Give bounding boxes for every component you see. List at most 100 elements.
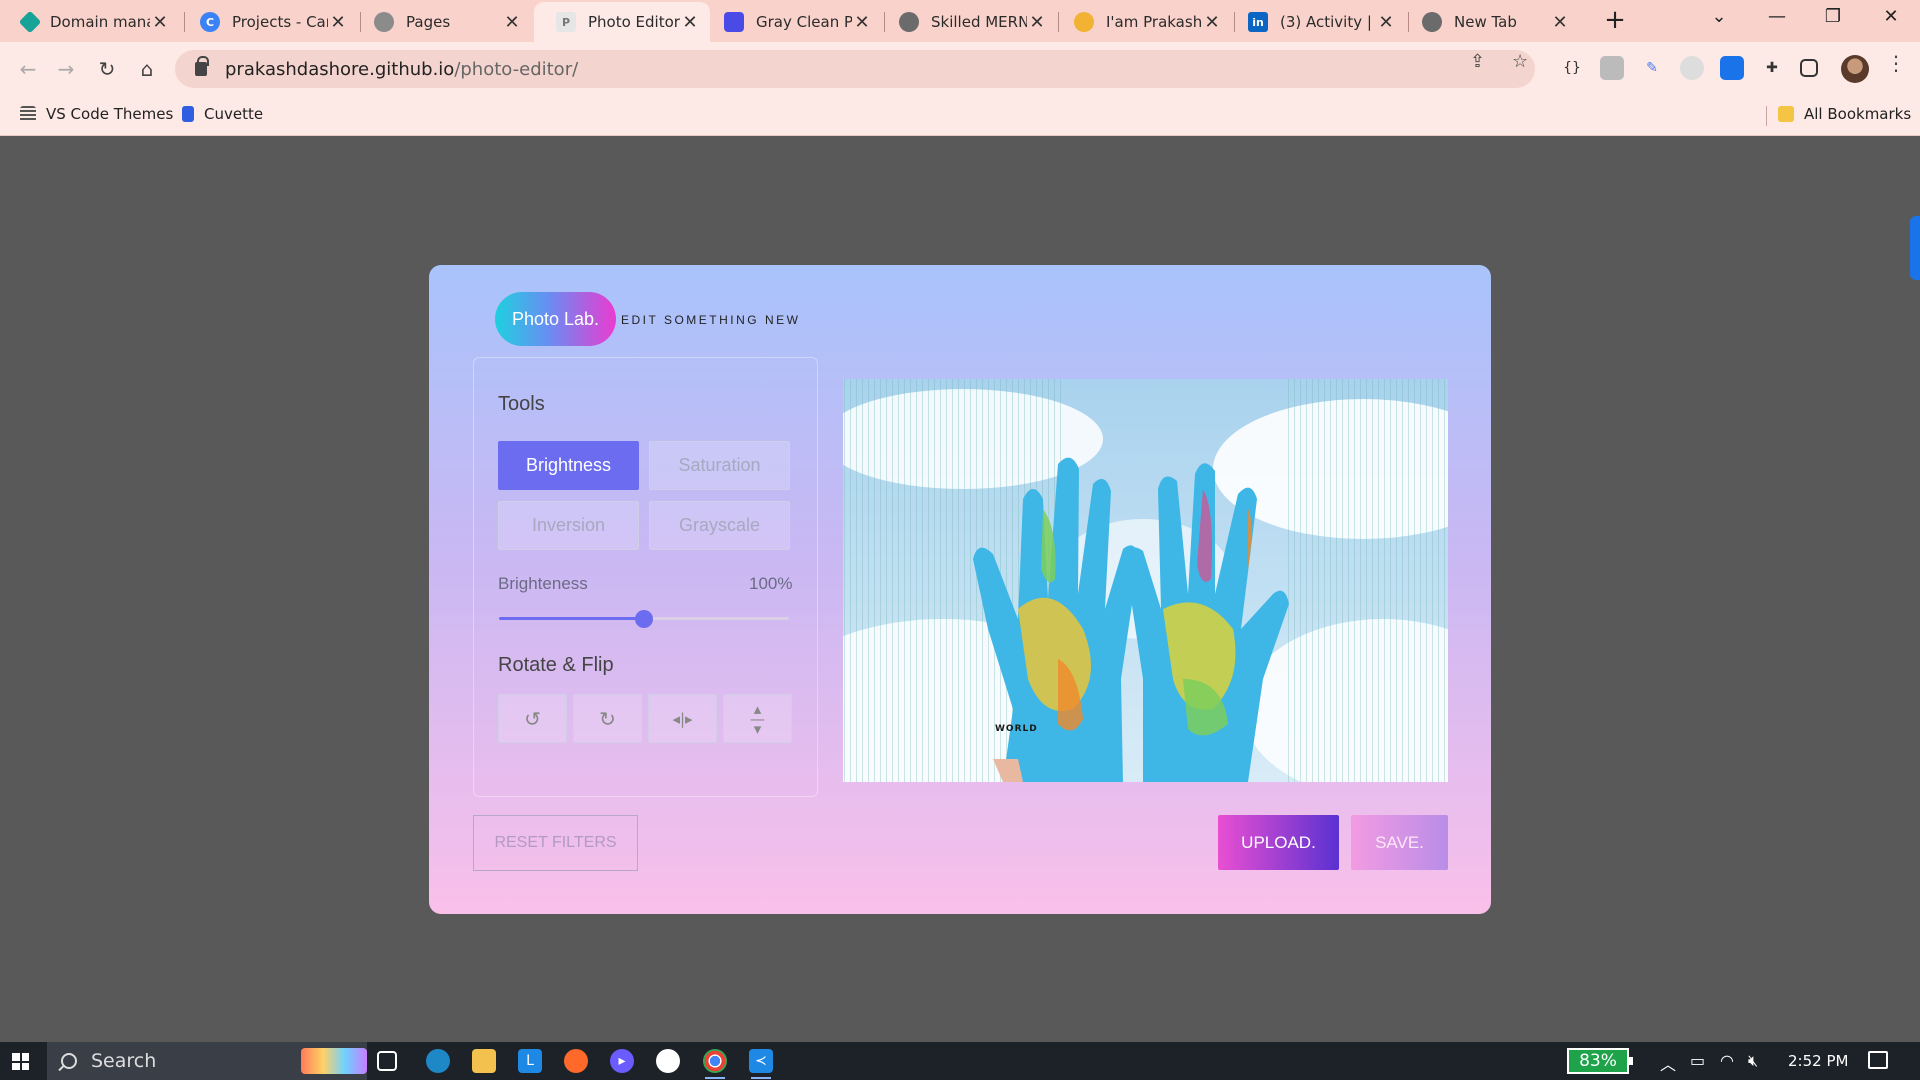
vscode-icon[interactable]: ≺	[749, 1049, 773, 1079]
blue-extension-icon[interactable]	[1720, 56, 1744, 80]
close-icon[interactable]: ✕	[1550, 12, 1570, 33]
restore-icon[interactable]: ❐	[1818, 6, 1848, 27]
side-panel-icon[interactable]	[1800, 59, 1818, 77]
taskbar: Search L ▸ ≺ 83% ︿ ▭ ◠ 🔇︎ 2:52 PM	[0, 1042, 1920, 1080]
volume-muted-icon[interactable]: 🔇︎	[1748, 1051, 1758, 1071]
flip-vertical-icon: ▴ — ▾	[750, 699, 765, 738]
brightness-button[interactable]: Brightness	[498, 441, 639, 490]
tab-new-tab[interactable]: New Tab ✕	[1400, 4, 1580, 40]
home-icon[interactable]: ⌂	[133, 55, 161, 83]
tab-projects[interactable]: C Projects - Can ✕	[178, 4, 358, 40]
tab-title: I'am Prakash D	[1106, 13, 1202, 31]
share-icon[interactable]: ⇪	[1470, 51, 1485, 72]
postman-icon[interactable]	[564, 1049, 588, 1073]
battery-indicator[interactable]: 83%	[1567, 1048, 1633, 1074]
tab-title: Gray Clean Pro	[756, 13, 852, 31]
wifi-icon[interactable]: ◠	[1720, 1051, 1734, 1070]
grid-extension-icon[interactable]	[1600, 56, 1624, 80]
close-icon[interactable]: ✕	[1202, 12, 1222, 33]
new-tab-plus-icon[interactable]: +	[1600, 6, 1630, 36]
windows-start-icon[interactable]	[12, 1053, 29, 1070]
tab-search-chevron-icon[interactable]: ⌄	[1704, 6, 1734, 27]
notification-icon[interactable]	[1868, 1051, 1888, 1069]
tab-title: Photo Editor	[588, 13, 680, 31]
save-button[interactable]: SAVE.	[1351, 815, 1448, 870]
tab-prakash[interactable]: I'am Prakash D ✕	[1052, 4, 1232, 40]
circle-extension-icon[interactable]	[1680, 56, 1704, 80]
close-icon[interactable]: ✕	[852, 12, 872, 33]
close-icon[interactable]: ✕	[328, 12, 348, 33]
address-toolbar: ← → ↻ ⌂ prakashdashore.github.io/photo-e…	[0, 42, 1920, 96]
l-app-icon[interactable]: L	[518, 1049, 542, 1073]
close-icon[interactable]: ✕	[502, 12, 522, 33]
inversion-button[interactable]: Inversion	[498, 501, 639, 550]
taskbar-search[interactable]: Search	[47, 1042, 367, 1080]
json-extension-icon[interactable]: {}	[1560, 56, 1584, 80]
tab-pages[interactable]: Pages ✕	[352, 4, 532, 40]
tab-domain[interactable]: Domain mana ✕	[0, 4, 180, 40]
close-icon[interactable]: ✕	[1027, 12, 1047, 33]
photo-editor-card: Photo Lab. EDIT SOMETHING NEW Tools Brig…	[429, 265, 1491, 914]
github-icon	[374, 12, 394, 32]
upload-button[interactable]: UPLOAD.	[1218, 815, 1339, 870]
github-desktop-icon[interactable]	[656, 1049, 680, 1073]
rotate-right-button[interactable]: ↻	[573, 694, 642, 743]
tools-title: Tools	[498, 393, 545, 415]
clock[interactable]: 2:52 PM	[1788, 1052, 1848, 1070]
profile-avatar[interactable]	[1841, 55, 1869, 83]
folder-icon	[1778, 106, 1794, 122]
slider-value: 100%	[749, 574, 793, 593]
all-bookmarks[interactable]: All Bookmarks	[1778, 105, 1911, 123]
tab-gray-clean[interactable]: Gray Clean Pro ✕	[702, 4, 882, 40]
tab-title: (3) Activity | Pr	[1280, 13, 1376, 31]
file-explorer-icon[interactable]	[472, 1049, 496, 1073]
kebab-menu-icon[interactable]: ⋮	[1886, 51, 1906, 75]
chrome-icon[interactable]	[703, 1049, 727, 1079]
tab-skilled-mern[interactable]: Skilled MERN ✕	[877, 4, 1057, 40]
preview-image: WORLD	[843, 379, 1448, 782]
chatgpt-icon	[899, 12, 919, 32]
forward-arrow-icon[interactable]: →	[52, 55, 80, 83]
rotate-left-button[interactable]: ↺	[498, 694, 567, 743]
saturation-button[interactable]: Saturation	[649, 441, 790, 490]
tab-photo-editor[interactable]: P Photo Editor ✕	[534, 2, 710, 42]
scrollbar-thumb[interactable]	[1910, 216, 1920, 280]
tray-chevron-icon[interactable]: ︿	[1660, 1051, 1676, 1075]
tab-linkedin[interactable]: in (3) Activity | Pr ✕	[1226, 4, 1406, 40]
brightness-slider[interactable]	[499, 609, 789, 629]
close-icon[interactable]: ✕	[150, 12, 170, 33]
bookmarks-bar: VS Code Themes Cuvette All Bookmarks	[0, 96, 1920, 136]
flip-horizontal-icon: ◂|▸	[672, 709, 693, 728]
tab-title: Domain mana	[50, 13, 150, 31]
tab-strip: Domain mana ✕ C Projects - Can ✕ Pages ✕…	[0, 0, 1920, 42]
flip-horizontal-button[interactable]: ◂|▸	[648, 694, 717, 743]
tab-favicon-icon: P	[556, 12, 576, 32]
lock-icon	[195, 56, 209, 76]
close-icon[interactable]: ✕	[1376, 12, 1396, 33]
battery-icon[interactable]: ▭	[1690, 1051, 1705, 1070]
minimize-icon[interactable]: —	[1762, 6, 1792, 27]
media-player-icon[interactable]: ▸	[610, 1049, 634, 1073]
task-view-icon[interactable]	[377, 1051, 397, 1071]
slider-thumb[interactable]	[635, 610, 653, 628]
slider-label: Brighteness	[498, 574, 588, 593]
close-icon[interactable]: ✕	[680, 12, 700, 33]
bookmark-star-icon[interactable]: ☆	[1512, 51, 1528, 72]
flip-vertical-button[interactable]: ▴ — ▾	[723, 694, 792, 743]
bookmark-cuvette[interactable]: Cuvette	[182, 105, 263, 123]
window-close-icon[interactable]: ✕	[1876, 6, 1906, 27]
wave-hand-icon	[1074, 12, 1094, 32]
edge-icon[interactable]	[426, 1049, 450, 1073]
search-highlight-image	[301, 1048, 367, 1074]
rotate-left-icon: ↺	[524, 706, 541, 731]
tab-title: New Tab	[1454, 13, 1517, 31]
bookmark-vs-code-themes[interactable]: VS Code Themes	[20, 105, 173, 123]
reset-filters-button[interactable]: RESET FILTERS	[473, 815, 638, 871]
reload-icon[interactable]: ↻	[93, 55, 121, 83]
back-arrow-icon[interactable]: ←	[14, 55, 42, 83]
puzzle-extensions-icon[interactable]: ✚	[1760, 56, 1784, 80]
grayscale-button[interactable]: Grayscale	[649, 501, 790, 550]
rotate-flip-title: Rotate & Flip	[498, 654, 614, 676]
address-input[interactable]: prakashdashore.github.io/photo-editor/	[175, 50, 1535, 88]
pen-extension-icon[interactable]: ✎	[1640, 56, 1664, 80]
